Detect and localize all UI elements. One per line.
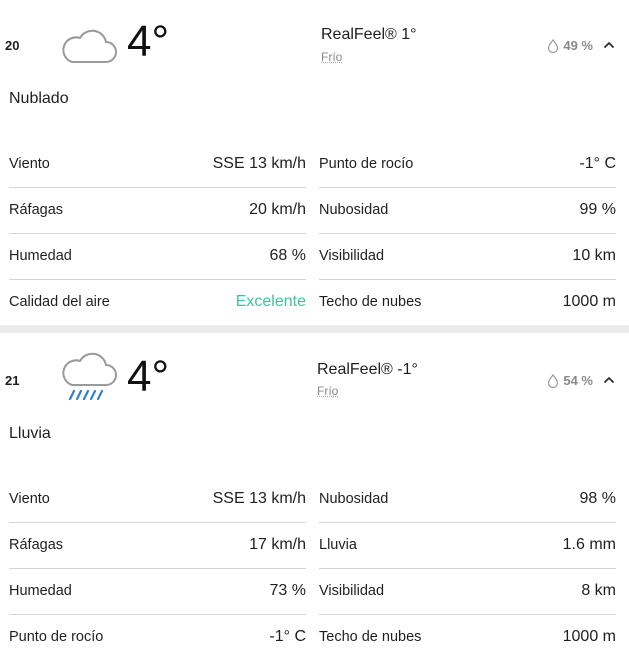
detail-row: Techo de nubes 1000 m bbox=[319, 279, 616, 325]
detail-label: Humedad bbox=[9, 248, 72, 264]
detail-value: 8 km bbox=[581, 582, 616, 599]
hourly-card-20[interactable]: 20 4° RealFeel® 1° Frío 49 % Nublado Vie… bbox=[0, 0, 629, 325]
detail-row: Viento SSE 13 km/h bbox=[9, 476, 306, 523]
detail-label: Techo de nubes bbox=[319, 629, 422, 645]
detail-label: Ráfagas bbox=[9, 537, 64, 553]
detail-value: 73 % bbox=[269, 582, 306, 599]
detail-label: Punto de rocío bbox=[9, 629, 104, 645]
detail-row: Nubosidad 98 % bbox=[319, 476, 616, 523]
detail-row: Visibilidad 10 km bbox=[319, 233, 616, 280]
condition-phrase: Nublado bbox=[9, 90, 69, 107]
detail-label: Visibilidad bbox=[319, 248, 385, 264]
detail-value: 1.6 mm bbox=[562, 536, 616, 553]
precip-probability: 54 % bbox=[547, 373, 593, 388]
condition-phrase: Lluvia bbox=[9, 425, 51, 442]
detail-label: Nubosidad bbox=[319, 202, 389, 218]
detail-value: 98 % bbox=[579, 490, 616, 507]
precip-value: 49 % bbox=[563, 38, 593, 53]
detail-label: Punto de rocío bbox=[319, 156, 414, 172]
detail-row: Nubosidad 99 % bbox=[319, 187, 616, 234]
detail-row: Calidad del aire Excelente bbox=[9, 279, 306, 325]
detail-label: Viento bbox=[9, 156, 50, 172]
cloud-icon bbox=[58, 22, 118, 78]
hourly-card-21[interactable]: 21 4° RealFeel® -1° Frío 54 % Lluvia Vie… bbox=[0, 333, 629, 662]
air-quality-value: Excelente bbox=[235, 293, 306, 310]
detail-row: Humedad 73 % bbox=[9, 568, 306, 615]
detail-row: Ráfagas 20 km/h bbox=[9, 187, 306, 234]
chevron-up-icon[interactable] bbox=[603, 41, 615, 49]
detail-row: Ráfagas 17 km/h bbox=[9, 522, 306, 569]
detail-label: Humedad bbox=[9, 583, 72, 599]
realfeel-temp: RealFeel® -1° bbox=[317, 361, 418, 378]
precip-probability: 49 % bbox=[547, 38, 593, 53]
detail-row: Humedad 68 % bbox=[9, 233, 306, 280]
temperature: 4° bbox=[127, 352, 170, 401]
detail-value: 10 km bbox=[572, 247, 616, 264]
detail-value: 1000 m bbox=[562, 628, 616, 645]
hour-label: 20 bbox=[5, 38, 20, 53]
chevron-up-icon[interactable] bbox=[603, 376, 615, 384]
detail-label: Viento bbox=[9, 491, 50, 507]
detail-value: -1° C bbox=[269, 628, 306, 645]
drop-icon bbox=[548, 38, 559, 53]
detail-value: -1° C bbox=[579, 155, 616, 172]
detail-row: Punto de rocío -1° C bbox=[9, 614, 306, 660]
detail-row: Viento SSE 13 km/h bbox=[9, 141, 306, 188]
detail-label: Lluvia bbox=[319, 537, 357, 553]
detail-label: Ráfagas bbox=[9, 202, 64, 218]
hour-label: 21 bbox=[5, 373, 20, 388]
precip-value: 54 % bbox=[563, 373, 593, 388]
detail-value: 99 % bbox=[579, 201, 616, 218]
rain-cloud-icon bbox=[58, 349, 118, 405]
feel-phrase: Frío bbox=[317, 384, 339, 398]
detail-label: Nubosidad bbox=[319, 491, 389, 507]
detail-value: SSE 13 km/h bbox=[212, 155, 306, 172]
detail-value: 68 % bbox=[269, 247, 306, 264]
detail-row: Visibilidad 8 km bbox=[319, 568, 616, 615]
detail-row: Techo de nubes 1000 m bbox=[319, 614, 616, 660]
detail-value: 20 km/h bbox=[249, 201, 306, 218]
detail-value: SSE 13 km/h bbox=[212, 490, 306, 507]
temperature: 4° bbox=[127, 17, 170, 66]
feel-phrase: Frío bbox=[321, 50, 343, 64]
detail-row: Lluvia 1.6 mm bbox=[319, 522, 616, 569]
detail-label: Calidad del aire bbox=[9, 294, 110, 310]
realfeel-temp: RealFeel® 1° bbox=[321, 26, 417, 43]
detail-value: 1000 m bbox=[562, 293, 616, 310]
card-separator bbox=[0, 325, 629, 333]
detail-row: Punto de rocío -1° C bbox=[319, 141, 616, 188]
detail-value: 17 km/h bbox=[249, 536, 306, 553]
detail-label: Techo de nubes bbox=[319, 294, 422, 310]
detail-label: Visibilidad bbox=[319, 583, 385, 599]
drop-icon bbox=[548, 373, 559, 388]
